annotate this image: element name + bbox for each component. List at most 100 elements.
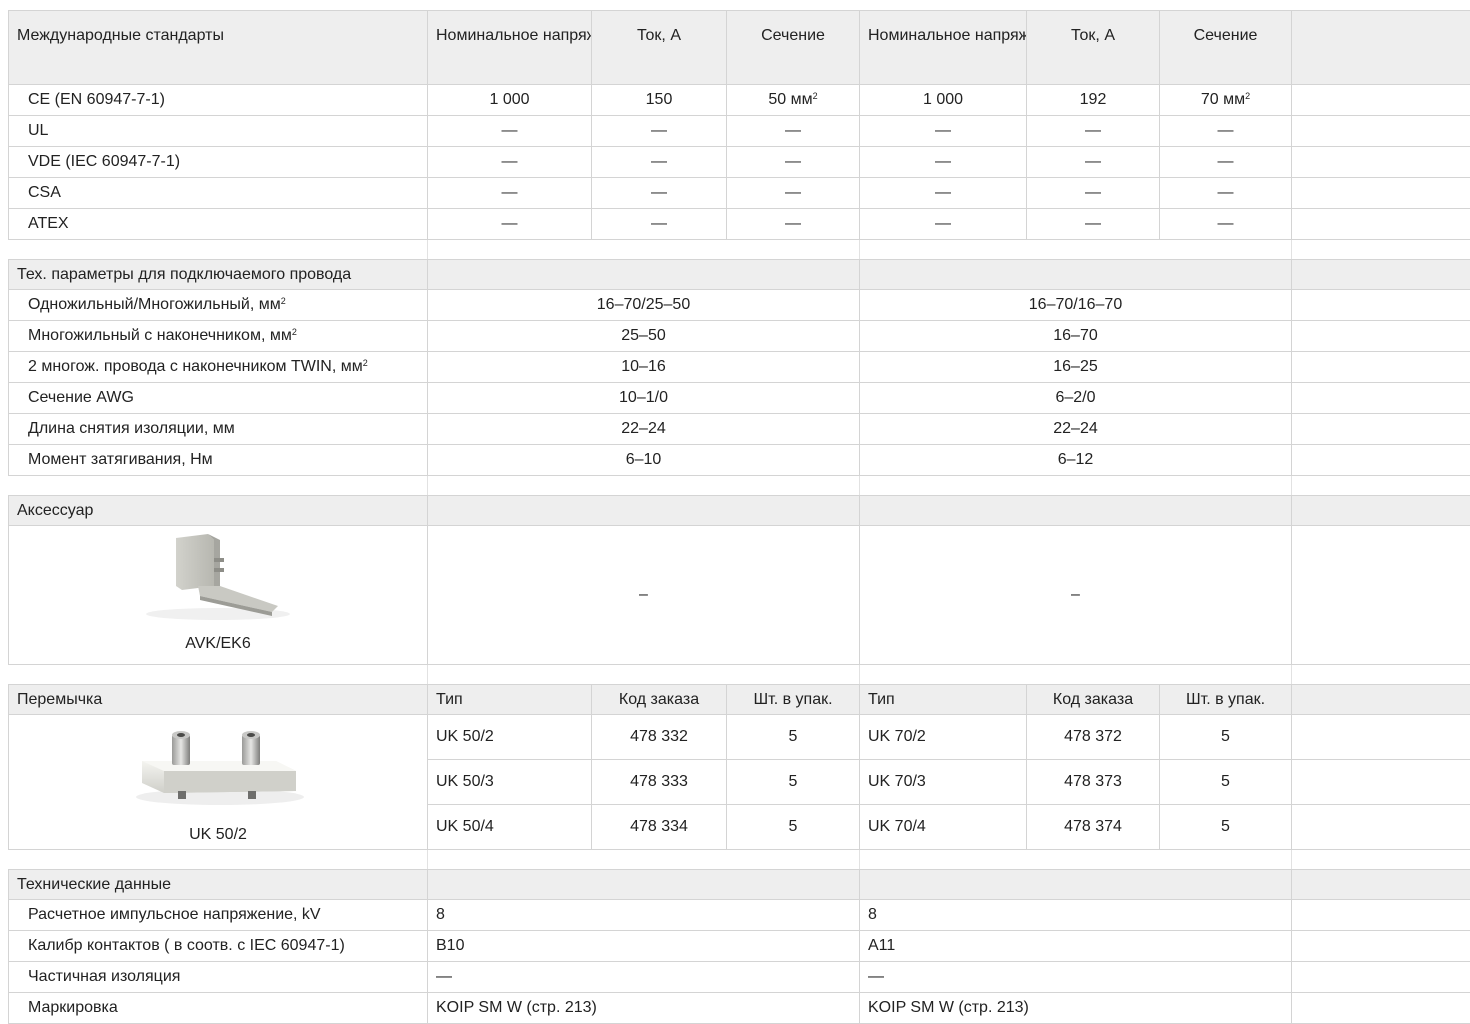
- value-cell: —: [1160, 116, 1292, 147]
- table-row: Момент затягивания, Нм 6–10 6–12: [9, 445, 1470, 476]
- spacer-cell: [428, 850, 860, 870]
- tech-value-b: A11: [860, 931, 1292, 962]
- spacer-cell: [1292, 665, 1470, 685]
- value-cell: 1 000: [860, 85, 1027, 116]
- empty-cell: [1292, 290, 1470, 321]
- section-title: Тех. параметры для подключаемого провода: [9, 260, 428, 290]
- empty-cell: [1292, 962, 1470, 993]
- section-empty: [428, 870, 860, 900]
- header-section-a: Сечение: [727, 11, 860, 85]
- value-cell: 1 000: [428, 85, 592, 116]
- empty-cell: [1292, 526, 1470, 665]
- accessory-image-cell: AVK/EK6: [9, 526, 428, 665]
- section-empty: [860, 260, 1292, 290]
- tech-label: Расчетное импульсное напряжение, kV: [9, 900, 428, 931]
- empty-cell: [1292, 931, 1470, 962]
- section-header-row: Тех. параметры для подключаемого провода: [9, 260, 1470, 290]
- table-row: Длина снятия изоляции, мм 22–24 22–24: [9, 414, 1470, 445]
- standard-name: ATEX: [9, 209, 428, 240]
- tech-value-b: KOIP SM W (стр. 213): [860, 993, 1292, 1024]
- section-value: 50 мм: [768, 91, 812, 108]
- tech-label: Калибр контактов ( в соотв. с IEC 60947-…: [9, 931, 428, 962]
- jumper-col-code-a: Код заказа: [592, 685, 727, 715]
- jumper-col-qty-a: Шт. в упак.: [727, 685, 860, 715]
- value-cell: —: [592, 178, 727, 209]
- jumper-code-a: 478 332: [592, 715, 727, 760]
- section-header-row: Перемычка Тип Код заказа Шт. в упак. Тип…: [9, 685, 1470, 715]
- header-row: Международные стандарты Номинальное напр…: [9, 11, 1470, 85]
- superscript: 2: [292, 327, 297, 337]
- spacer-cell: [428, 240, 860, 260]
- empty-cell: [1292, 147, 1470, 178]
- table-row: UL — — — — — —: [9, 116, 1470, 147]
- value-cell: —: [1160, 209, 1292, 240]
- jumper-qty-a: 5: [727, 760, 860, 805]
- value-cell: —: [1027, 178, 1160, 209]
- param-label: Сечение AWG: [9, 383, 428, 414]
- param-value-a: 10–1/0: [428, 383, 860, 414]
- value-cell: —: [1027, 147, 1160, 178]
- spacer-cell: [1292, 850, 1470, 870]
- value-cell: —: [1027, 116, 1160, 147]
- accessory-caption: AVK/EK6: [17, 635, 419, 653]
- empty-cell: [1292, 352, 1470, 383]
- jumper-code-b: 478 374: [1027, 805, 1160, 850]
- end-cover-image: [128, 530, 308, 622]
- value-cell: —: [428, 116, 592, 147]
- spacer-row: [9, 665, 1470, 685]
- value-cell: —: [860, 116, 1027, 147]
- table-row: Многожильный с наконечником, мм2 25–50 1…: [9, 321, 1470, 352]
- tech-value-a: B10: [428, 931, 860, 962]
- spacer-cell: [428, 476, 860, 496]
- section-empty: [1292, 496, 1470, 526]
- param-value-b: 6–12: [860, 445, 1292, 476]
- section-value: 70 мм: [1201, 91, 1245, 108]
- empty-cell: [1292, 715, 1470, 760]
- empty-cell: [1292, 805, 1470, 850]
- table-row: CE (EN 60947-7-1) 1 000 150 50 мм2 1 000…: [9, 85, 1470, 116]
- value-cell: —: [860, 178, 1027, 209]
- value-cell: —: [1160, 178, 1292, 209]
- value-cell: —: [860, 147, 1027, 178]
- superscript: 2: [813, 91, 818, 101]
- param-value-b: 16–25: [860, 352, 1292, 383]
- jumper-code-b: 478 373: [1027, 760, 1160, 805]
- header-standards: Международные стандарты: [9, 11, 428, 85]
- header-voltage-b: Номинальное напряжение, V ~: [860, 11, 1027, 85]
- section-empty: [1292, 685, 1470, 715]
- datasheet-page: Международные стандарты Номинальное напр…: [0, 0, 1470, 1014]
- empty-cell: [1292, 445, 1470, 476]
- param-label: Одножильный/Многожильный, мм2: [9, 290, 428, 321]
- empty-cell: [1292, 993, 1470, 1024]
- spacer-cell: [860, 476, 1292, 496]
- tech-value-a: —: [428, 962, 860, 993]
- table-row: 2 многож. провода с наконечником TWIN, м…: [9, 352, 1470, 383]
- param-value-a: 25–50: [428, 321, 860, 352]
- jumper-col-qty-b: Шт. в упак.: [1160, 685, 1292, 715]
- section-empty: [428, 260, 860, 290]
- jumper-image: [128, 721, 308, 817]
- param-label: 2 многож. провода с наконечником TWIN, м…: [9, 352, 428, 383]
- table-row: Сечение AWG 10–1/0 6–2/0: [9, 383, 1470, 414]
- jumper-type-b: UK 70/4: [860, 805, 1027, 850]
- param-value-a: 6–10: [428, 445, 860, 476]
- jumper-image-cell: UK 50/2: [9, 715, 428, 850]
- table-row: UK 50/2 UK 50/2 478 332 5 UK 70/2 478 37…: [9, 715, 1470, 760]
- section-title: Аксессуар: [9, 496, 428, 526]
- header-current-b: Ток, А: [1027, 11, 1160, 85]
- superscript: 2: [1245, 91, 1250, 101]
- value-cell: —: [592, 116, 727, 147]
- jumper-type-b: UK 70/2: [860, 715, 1027, 760]
- accessory-value-a: –: [428, 526, 860, 665]
- section-header-row: Технические данные: [9, 870, 1470, 900]
- value-cell: —: [1027, 209, 1160, 240]
- tech-label: Маркировка: [9, 993, 428, 1024]
- value-cell: —: [592, 147, 727, 178]
- value-cell: —: [727, 116, 860, 147]
- spacer-row: [9, 240, 1470, 260]
- header-voltage-a: Номинальное напряжение, V ~: [428, 11, 592, 85]
- tech-label: Частичная изоляция: [9, 962, 428, 993]
- jumper-col-type-a: Тип: [428, 685, 592, 715]
- value-cell: —: [428, 178, 592, 209]
- table-row: VDE (IEC 60947-7-1) — — — — — —: [9, 147, 1470, 178]
